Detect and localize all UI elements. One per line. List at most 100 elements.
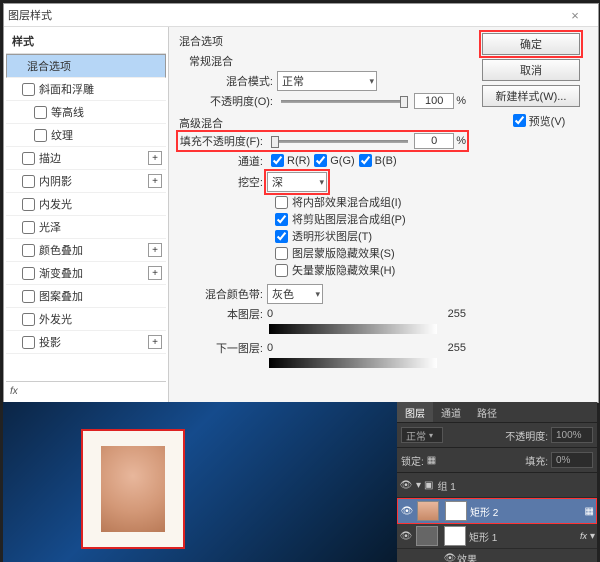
layer-row-group[interactable]: 👁 ▾ ▣ 组 1 (397, 473, 597, 498)
style-checkbox[interactable] (22, 336, 35, 349)
chevron-down-icon: ▾ (369, 76, 374, 87)
chevron-down-icon[interactable]: ▾ (590, 531, 595, 542)
panel-fill[interactable]: 0% (551, 452, 593, 468)
style-item-12[interactable]: 投影+ (6, 331, 166, 354)
knockout-select[interactable]: 深▾ (267, 172, 327, 192)
visibility-icon[interactable]: 👁 (443, 553, 457, 562)
tab-layers[interactable]: 图层 (397, 402, 433, 422)
effects-label: 效果 (457, 551, 595, 562)
chevron-down-icon[interactable]: ▾ (416, 480, 421, 491)
fill-value[interactable]: 0 (414, 133, 454, 149)
add-icon[interactable]: + (148, 266, 162, 280)
lock-icon[interactable]: ▦ (427, 455, 436, 466)
adv-group-label: 高级混合 (179, 115, 466, 131)
style-item-9[interactable]: 渐变叠加+ (6, 262, 166, 285)
slider-thumb[interactable] (271, 136, 279, 148)
add-icon[interactable]: + (148, 174, 162, 188)
blend-mode-dd[interactable]: 正常▾ (401, 427, 443, 443)
cancel-button[interactable]: 取消 (482, 59, 580, 81)
style-item-5[interactable]: 内阴影 + (6, 170, 166, 193)
style-item-7[interactable]: 光泽 (6, 216, 166, 239)
opt-inner-group[interactable] (275, 196, 288, 209)
styles-list: 样式 混合选项斜面和浮雕等高线纹理描边+内阴影+内发光光泽颜色叠加+渐变叠加+图… (4, 27, 169, 402)
layer-thumb (417, 501, 439, 521)
style-item-6[interactable]: 内发光 (6, 193, 166, 216)
style-item-0[interactable]: 混合选项 (6, 54, 166, 78)
add-icon[interactable]: + (148, 243, 162, 257)
blend-mode-select[interactable]: 正常▾ (277, 71, 377, 91)
effects-row[interactable]: 👁 效果 (397, 549, 597, 562)
style-label: 描边 (39, 150, 61, 166)
style-label: 内阴影 (39, 173, 72, 189)
style-checkbox[interactable] (34, 106, 47, 119)
add-icon[interactable]: + (148, 151, 162, 165)
style-item-11[interactable]: 外发光 (6, 308, 166, 331)
style-label: 颜色叠加 (39, 242, 83, 258)
style-checkbox[interactable] (22, 175, 35, 188)
style-checkbox[interactable] (22, 244, 35, 257)
options-panel: 混合选项 常规混合 混合模式: 正常▾ 不透明度(O): 100 % (169, 27, 476, 402)
ok-button[interactable]: 确定 (482, 33, 580, 55)
channel-g[interactable] (314, 154, 327, 167)
panel-opacity-label: 不透明度: (505, 428, 548, 443)
layer-row-rect2[interactable]: 👁 矩形 2 ▦ (397, 498, 597, 524)
style-checkbox[interactable] (22, 313, 35, 326)
layer-thumb (416, 526, 438, 546)
channel-r[interactable] (271, 154, 284, 167)
style-checkbox[interactable] (22, 290, 35, 303)
opt-trans-shape[interactable] (275, 230, 288, 243)
link-icon[interactable]: ▦ (585, 506, 594, 517)
opt-layer-mask[interactable] (275, 247, 288, 260)
visibility-icon[interactable]: 👁 (399, 480, 413, 491)
style-checkbox[interactable] (34, 129, 47, 142)
slider-thumb[interactable] (400, 96, 408, 108)
fx-badge[interactable]: fx (580, 531, 587, 541)
under-layer-label: 下一图层: (179, 340, 263, 356)
under-layer-gradient[interactable] (269, 358, 437, 368)
opacity-slider[interactable] (281, 100, 408, 103)
opt-vector-mask[interactable] (275, 264, 288, 277)
this-layer-gradient[interactable] (269, 324, 437, 334)
close-icon[interactable]: × (556, 8, 594, 23)
button-column: 确定 取消 新建样式(W)... 预览(V) (476, 27, 598, 402)
style-item-2[interactable]: 等高线 (6, 101, 166, 124)
style-item-4[interactable]: 描边 + (6, 147, 166, 170)
style-checkbox[interactable] (22, 267, 35, 280)
blendif-select[interactable]: 灰色▾ (267, 284, 323, 304)
style-label: 混合选项 (27, 58, 71, 74)
mask-thumb (444, 526, 466, 546)
fx-bar[interactable]: fx (6, 381, 166, 400)
preview-label: 预览(V) (529, 113, 566, 129)
fill-slider[interactable] (271, 140, 408, 143)
style-checkbox[interactable] (22, 221, 35, 234)
canvas-area[interactable] (3, 402, 397, 562)
opacity-label: 不透明度(O): (189, 93, 273, 109)
style-checkbox[interactable] (22, 83, 35, 96)
opt-clip-group[interactable] (275, 213, 288, 226)
chevron-down-icon: ▾ (319, 177, 324, 188)
style-item-10[interactable]: 图案叠加 (6, 285, 166, 308)
style-checkbox[interactable] (22, 198, 35, 211)
style-checkbox[interactable] (22, 152, 35, 165)
new-style-button[interactable]: 新建样式(W)... (482, 85, 580, 107)
styles-header: 样式 (6, 29, 166, 54)
mask-thumb (445, 501, 467, 521)
style-item-8[interactable]: 颜色叠加 + (6, 239, 166, 262)
panel-opacity[interactable]: 100% (551, 427, 593, 443)
add-icon[interactable]: + (148, 335, 162, 349)
visibility-icon[interactable]: 👁 (399, 531, 413, 542)
style-label: 外发光 (39, 311, 72, 327)
titlebar[interactable]: 图层样式 × (4, 4, 598, 27)
tab-channels[interactable]: 通道 (433, 402, 469, 422)
tab-paths[interactable]: 路径 (469, 402, 505, 422)
dialog-body: 样式 混合选项斜面和浮雕等高线纹理描边+内阴影+内发光光泽颜色叠加+渐变叠加+图… (4, 27, 598, 402)
style-item-1[interactable]: 斜面和浮雕 (6, 78, 166, 101)
preview-checkbox[interactable] (513, 114, 526, 127)
channel-b[interactable] (359, 154, 372, 167)
layer-style-dialog: 图层样式 × 样式 混合选项斜面和浮雕等高线纹理描边+内阴影+内发光光泽颜色叠加… (3, 3, 599, 403)
opacity-value[interactable]: 100 (414, 93, 454, 109)
dialog-title: 图层样式 (8, 7, 52, 23)
style-item-3[interactable]: 纹理 (6, 124, 166, 147)
layer-row-rect1[interactable]: 👁 矩形 1 fx ▾ (397, 524, 597, 549)
visibility-icon[interactable]: 👁 (400, 506, 414, 517)
